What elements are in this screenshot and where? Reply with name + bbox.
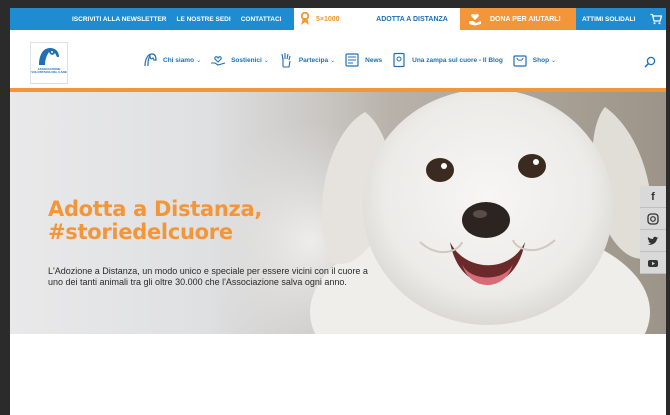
nav-item-partecipa[interactable]: Partecipa ⌄	[278, 52, 335, 68]
hero-title: Adotta a Distanza, #storiedelcuore	[48, 198, 262, 244]
adotta-a-distanza-button[interactable]: ADOTTA A DISTANZA	[364, 8, 460, 30]
nav-menu: Chi siamo ⌄ Sostienici ⌄ Partecipa ⌄ New…	[142, 52, 565, 68]
chevron-down-icon: ⌄	[330, 57, 336, 64]
browser-page: ISCRIVITI ALLA NEWSLETTER LE NOSTRE SEDI…	[10, 8, 666, 415]
instagram-icon[interactable]	[640, 208, 666, 230]
five-per-mille-button[interactable]: 5×1000	[294, 8, 364, 30]
social-sidebar: f	[640, 186, 666, 274]
search-icon[interactable]	[644, 56, 656, 68]
contattaci-link[interactable]: CONTATTACI	[241, 16, 282, 23]
chevron-down-icon: ⌄	[263, 57, 269, 64]
newsletter-link[interactable]: ISCRIVITI ALLA NEWSLETTER	[72, 16, 167, 23]
hand-heart-icon	[469, 13, 481, 26]
hero-title-line1: Adotta a Distanza,	[48, 197, 263, 221]
nav-item-shop[interactable]: Shop ⌄	[512, 52, 556, 68]
youtube-icon[interactable]	[640, 252, 666, 274]
chevron-down-icon: ⌄	[551, 57, 557, 64]
chevron-down-icon: ⌄	[196, 57, 202, 64]
dog-logo-icon	[39, 48, 59, 65]
nav-label: Partecipa	[298, 56, 329, 64]
top-bar: ISCRIVITI ALLA NEWSLETTER LE NOSTRE SEDI…	[10, 8, 666, 30]
nav-label: Una zampa sul cuore - Il Blog	[412, 56, 503, 64]
dog-head-icon	[144, 53, 157, 67]
hero-title-line2: #storiedelcuore	[48, 220, 233, 244]
hands-heart-icon	[211, 56, 226, 66]
cart-icon[interactable]	[650, 13, 662, 25]
ribbon-icon	[300, 12, 310, 25]
newspaper-icon	[345, 53, 359, 67]
nav-label: Sostienici	[231, 56, 262, 64]
nav-item-sostienici[interactable]: Sostienici ⌄	[210, 52, 269, 68]
logo-text: ASSOCIAZIONE VOLONTARIA DEL CANE	[31, 67, 67, 75]
dona-label: DONA PER AIUTARLI	[490, 15, 561, 23]
site-logo[interactable]: ASSOCIAZIONE VOLONTARIA DEL CANE	[30, 42, 68, 84]
nav-label: Shop	[532, 56, 550, 64]
main-nav: ASSOCIAZIONE VOLONTARIA DEL CANE Chi sia…	[10, 30, 666, 88]
attimi-solidali-link[interactable]: ATTIMI SOLIDALI	[582, 8, 635, 30]
hero-banner: Adotta a Distanza, #storiedelcuore L'Ado…	[10, 92, 666, 334]
nav-item-blog[interactable]: Una zampa sul cuore - Il Blog	[391, 52, 503, 68]
book-icon	[393, 52, 405, 68]
five-per-mille-label: 5×1000	[316, 15, 340, 23]
hero-description: L'Adozione a Distanza, un modo unico e s…	[48, 266, 368, 287]
page-content-area	[10, 334, 666, 415]
raised-hand-icon	[281, 53, 291, 68]
shop-bag-icon	[513, 55, 527, 67]
nav-item-chi-siamo[interactable]: Chi siamo ⌄	[142, 52, 201, 68]
nav-item-news[interactable]: News	[344, 52, 382, 68]
facebook-icon[interactable]: f	[640, 186, 666, 208]
dona-button[interactable]: DONA PER AIUTARLI	[460, 8, 576, 30]
nav-label: Chi siamo	[163, 56, 195, 64]
nav-label: News	[365, 56, 383, 64]
twitter-icon[interactable]	[640, 230, 666, 252]
sedi-link[interactable]: LE NOSTRE SEDI	[177, 16, 231, 23]
